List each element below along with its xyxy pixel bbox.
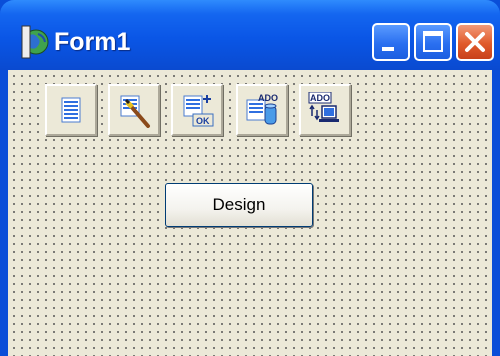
svg-text:OK: OK [196, 116, 210, 126]
app-globe-icon[interactable] [16, 22, 56, 62]
ado-connection-component[interactable]: ADO [299, 84, 351, 136]
picture-brush-icon [120, 95, 150, 128]
ado-database-icon: ADO [246, 93, 278, 125]
close-button[interactable] [456, 23, 494, 61]
minimize-icon [382, 47, 394, 51]
close-icon [465, 32, 485, 52]
title-bar[interactable]: Form1 [0, 0, 500, 70]
add-record-component[interactable]: OK [171, 84, 223, 136]
ado-connection-icon: ADO [308, 92, 339, 122]
list-component[interactable] [45, 84, 97, 136]
add-record-ok-icon: OK [183, 95, 214, 127]
svg-text:ADO: ADO [310, 93, 330, 103]
minimize-button[interactable] [372, 23, 410, 61]
picture-component[interactable] [108, 84, 160, 136]
svg-text:ADO: ADO [258, 93, 278, 103]
ado-dataset-component[interactable]: ADO [236, 84, 288, 136]
window-title: Form1 [54, 28, 131, 56]
maximize-icon [423, 31, 443, 52]
maximize-button[interactable] [414, 23, 452, 61]
design-button-label: Design [212, 195, 266, 214]
list-component-icon [61, 97, 81, 123]
form-window: Form1 OK ADO ADO Design [0, 0, 500, 356]
design-button[interactable]: Design [165, 183, 313, 227]
